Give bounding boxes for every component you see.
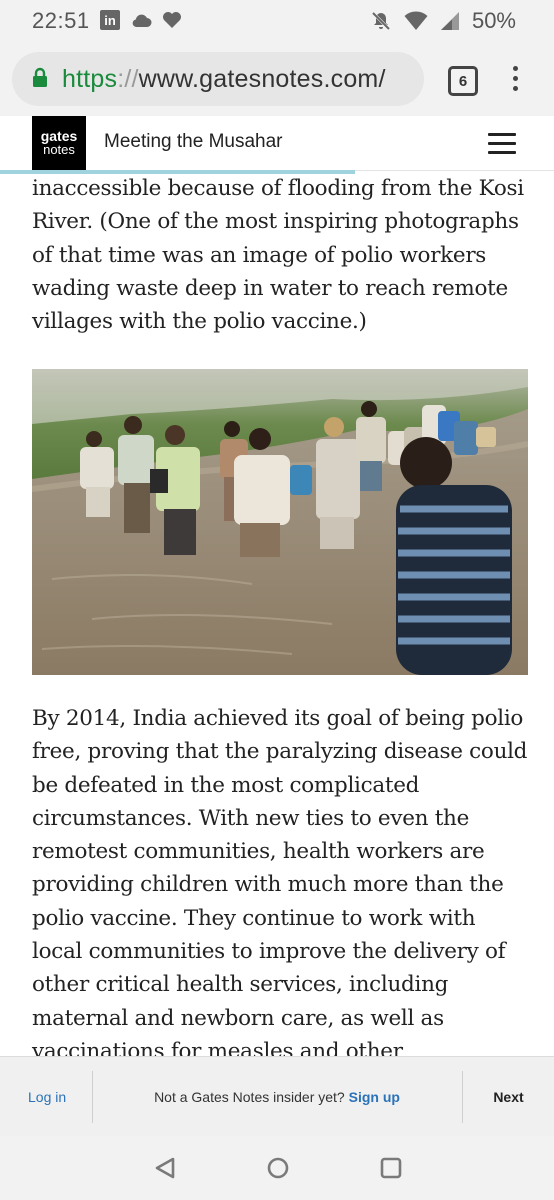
url-scheme: https xyxy=(62,65,118,93)
hamburger-menu-icon[interactable] xyxy=(488,133,516,154)
signup-link[interactable]: Sign up xyxy=(349,1089,400,1105)
wifi-icon xyxy=(404,11,428,30)
heart-icon xyxy=(163,12,181,28)
logo-text-top: gates xyxy=(40,128,78,144)
system-nav-bar xyxy=(0,1136,554,1200)
url-text[interactable]: https://www.gatesnotes.com/ xyxy=(62,65,386,94)
photo-illustration xyxy=(32,369,528,675)
lock-icon[interactable] xyxy=(32,67,48,89)
url-separator: :// xyxy=(117,65,139,93)
logo-text-bottom: notes xyxy=(43,142,75,157)
recents-icon[interactable] xyxy=(380,1157,402,1179)
linkedin-icon: in xyxy=(100,10,120,30)
url-host: www.gatesnotes.com/ xyxy=(138,65,386,93)
address-bar[interactable]: https://www.gatesnotes.com/ xyxy=(12,52,424,106)
status-notification-icons: in xyxy=(100,10,182,30)
cloud-icon xyxy=(132,14,152,27)
article-photo-polio-workers-wading xyxy=(32,369,528,675)
site-header: gates notes Meeting the Musahar xyxy=(0,116,554,171)
insider-prompt: Not a Gates Notes insider yet? Sign up xyxy=(92,1089,462,1105)
back-icon[interactable] xyxy=(153,1156,177,1180)
insider-prompt-text: Not a Gates Notes insider yet? xyxy=(154,1089,345,1105)
article-paragraph: By 2014, India achieved its goal of bein… xyxy=(32,706,528,1097)
next-button[interactable]: Next xyxy=(463,1089,554,1105)
article-title: Meeting the Musahar xyxy=(104,131,283,152)
browser-toolbar: https://www.gatesnotes.com/ 6 xyxy=(0,42,554,116)
article-paragraph: inaccessible because of flooding from th… xyxy=(32,176,524,335)
insider-signup-bar: Log in Not a Gates Notes insider yet? Si… xyxy=(0,1056,554,1137)
login-link[interactable]: Log in xyxy=(28,1089,66,1105)
home-icon[interactable] xyxy=(266,1156,290,1180)
status-time: 22:51 xyxy=(32,8,90,33)
gates-notes-logo[interactable]: gates notes xyxy=(32,116,86,170)
status-bar: 22:51 in 50% xyxy=(0,0,554,42)
battery-percent: 50% xyxy=(471,8,516,33)
tabs-icon[interactable]: 6 xyxy=(448,66,478,96)
overflow-menu-icon[interactable] xyxy=(510,66,520,96)
status-system-icons: 50% xyxy=(370,8,516,34)
dnd-off-icon xyxy=(371,11,391,31)
signal-icon xyxy=(440,12,459,30)
